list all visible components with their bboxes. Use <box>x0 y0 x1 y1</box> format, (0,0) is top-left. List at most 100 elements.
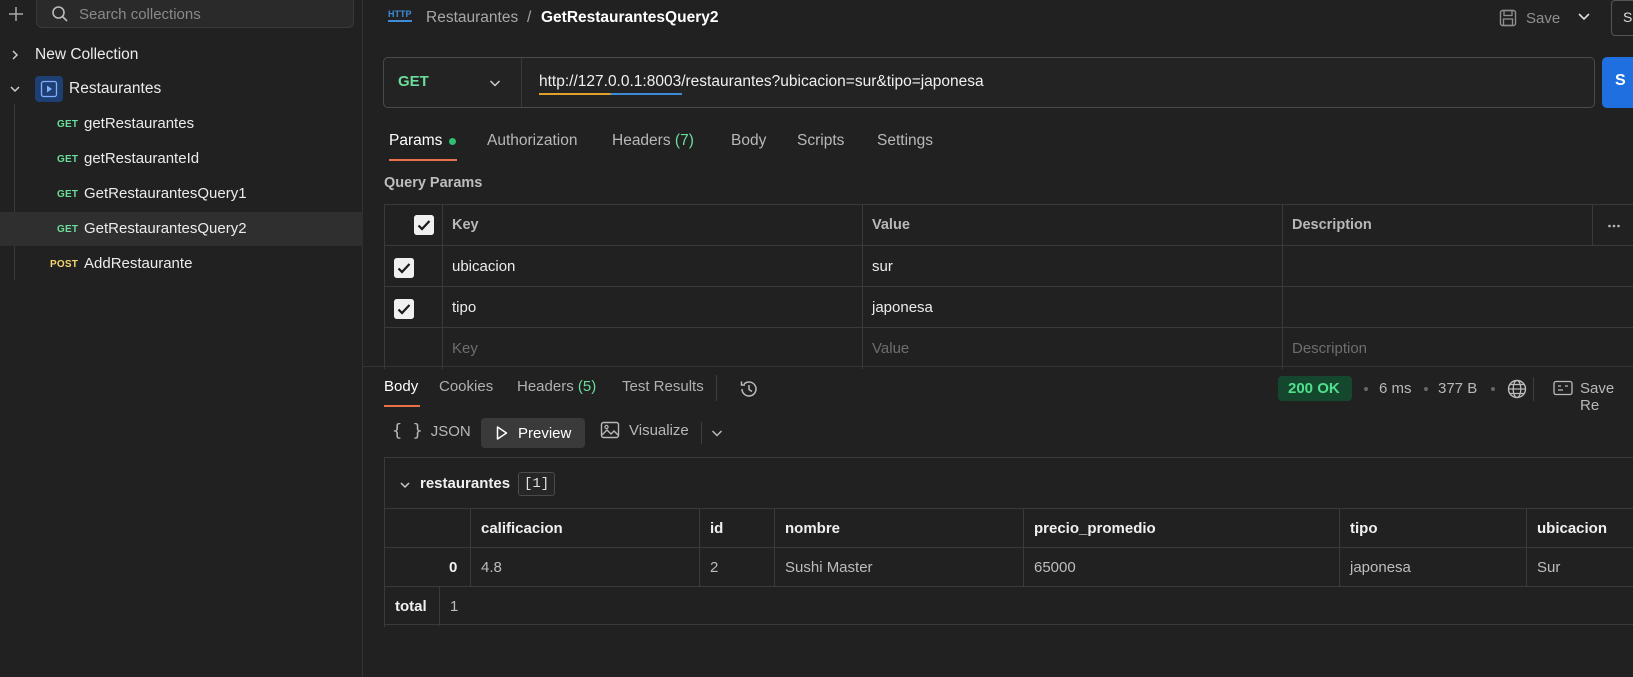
request-item-addrestaurante[interactable]: POST AddRestaurante <box>0 247 363 281</box>
braces-icon: { } <box>392 421 423 441</box>
send-button[interactable]: S <box>1602 57 1633 108</box>
search-icon <box>51 5 69 23</box>
format-divider <box>701 422 702 444</box>
format-options-chevron-icon[interactable] <box>710 426 724 440</box>
breadcrumb-parent[interactable]: Restaurantes <box>426 9 518 27</box>
response-tab-cookies[interactable]: Cookies <box>439 378 493 395</box>
method-badge: GET <box>57 119 79 130</box>
query-params-title: Query Params <box>384 175 483 191</box>
select-all-checkbox[interactable] <box>414 215 434 235</box>
request-label: getRestaurantes <box>84 115 195 132</box>
table-cell: 2 <box>699 548 774 587</box>
column-header: calificacion <box>470 509 699 548</box>
status-badge[interactable]: 200 OK <box>1278 376 1352 401</box>
params-active-dot <box>449 138 456 145</box>
format-json-label: JSON <box>430 422 471 440</box>
preview-root-header[interactable]: restaurantes [1] <box>385 458 1633 508</box>
param-checkbox[interactable] <box>394 299 414 319</box>
response-tab-body[interactable]: Body <box>384 378 418 395</box>
format-json-button[interactable]: { } JSON <box>392 421 471 441</box>
param-value-cell[interactable]: sur <box>862 246 1282 287</box>
total-label: total <box>395 598 427 615</box>
column-header: nombre <box>774 509 1023 548</box>
request-item-getrestauranteid[interactable]: GET getRestauranteId <box>0 142 363 176</box>
param-checkbox[interactable] <box>394 258 414 278</box>
share-button[interactable]: S <box>1611 0 1633 36</box>
request-item-getrestaurantesquery2[interactable]: GET GetRestaurantesQuery2 <box>0 212 363 246</box>
format-preview-button[interactable]: Preview <box>481 418 585 448</box>
table-cell: Sushi Master <box>774 548 1023 587</box>
new-description-field[interactable]: Description <box>1282 328 1633 369</box>
response-time[interactable]: 6 ms <box>1379 380 1412 397</box>
tab-authorization[interactable]: Authorization <box>487 132 577 150</box>
table-cell: 4.8 <box>470 548 699 587</box>
globe-icon[interactable] <box>1506 378 1528 400</box>
new-description-placeholder: Description <box>1292 340 1368 357</box>
new-value-field[interactable]: Value <box>862 328 1282 369</box>
meta-dot <box>1364 387 1368 391</box>
tab-headers[interactable]: Headers (7) <box>612 132 694 150</box>
response-tab-test-results[interactable]: Test Results <box>622 378 704 395</box>
search-collections-box[interactable] <box>36 0 354 28</box>
sidebar: New Collection Restaurantes GET getResta… <box>0 0 363 677</box>
request-label: AddRestaurante <box>84 255 193 272</box>
format-visualize-button[interactable]: Visualize <box>600 421 689 439</box>
method-badge: GET <box>57 224 79 235</box>
save-button[interactable]: Save <box>1498 4 1560 32</box>
meta-dot <box>1491 387 1495 391</box>
row-index-cell: 0 <box>385 548 470 587</box>
save-options-chevron-icon[interactable] <box>1576 8 1592 24</box>
cell-value: 2 <box>710 559 719 576</box>
new-key-field[interactable]: Key <box>442 328 862 369</box>
response-size[interactable]: 377 B <box>1438 380 1477 397</box>
preview-root-key: restaurantes <box>420 475 511 492</box>
param-description-cell[interactable] <box>1282 246 1633 287</box>
image-icon <box>600 421 620 439</box>
save-response-icon <box>1553 380 1573 396</box>
chevron-down-icon[interactable] <box>399 479 411 491</box>
select-all-cell <box>384 205 442 246</box>
tab-settings[interactable]: Settings <box>877 132 933 150</box>
collection-label: New Collection <box>35 46 139 63</box>
total-label-cell: total <box>385 587 439 626</box>
tab-body[interactable]: Body <box>731 132 766 150</box>
collection-new-collection[interactable]: New Collection <box>0 38 363 72</box>
param-value-cell[interactable]: japonesa <box>862 287 1282 328</box>
table-cell: Sur <box>1526 548 1633 587</box>
new-value-placeholder: Value <box>872 340 910 357</box>
chevron-right-icon <box>8 48 22 62</box>
cell-value: japonesa <box>1350 559 1411 576</box>
param-key: ubicacion <box>452 258 516 275</box>
response-tab-headers[interactable]: Headers (5) <box>517 378 596 395</box>
collection-restaurantes[interactable]: Restaurantes <box>0 72 363 106</box>
more-horizontal-icon[interactable] <box>1607 219 1621 233</box>
method-badge: GET <box>57 189 79 200</box>
url-input[interactable]: http://127.0.0.1:8003/restaurantes?ubica… <box>539 73 984 91</box>
request-item-getrestaurantes[interactable]: GET getRestaurantes <box>0 107 363 141</box>
param-check-cell <box>384 328 442 369</box>
page-title[interactable]: GetRestaurantesQuery2 <box>541 9 718 27</box>
cell-value: 4.8 <box>481 559 502 576</box>
method-select[interactable]: GET <box>384 58 522 107</box>
response-divider[interactable] <box>363 366 1633 367</box>
save-label: Save <box>1526 9 1561 27</box>
save-response-button[interactable]: Save Re <box>1580 380 1633 414</box>
new-plus-icon[interactable] <box>4 2 28 26</box>
param-key-cell[interactable]: tipo <box>442 287 862 328</box>
column-header: precio_promedio <box>1023 509 1339 548</box>
method-select-value: GET <box>398 73 429 90</box>
cell-value: 65000 <box>1034 559 1076 576</box>
format-visualize-label: Visualize <box>629 421 689 439</box>
request-item-getrestaurantesquery1[interactable]: GET GetRestaurantesQuery1 <box>0 177 363 211</box>
table-corner-cell <box>385 509 470 548</box>
key-header-label: Key <box>452 217 479 233</box>
param-description-cell[interactable] <box>1282 287 1633 328</box>
tab-params[interactable]: Params <box>389 132 442 150</box>
param-key-cell[interactable]: ubicacion <box>442 246 862 287</box>
tab-scripts[interactable]: Scripts <box>797 132 844 150</box>
history-icon[interactable] <box>738 378 760 400</box>
response-tab-headers-label: Headers <box>517 378 574 395</box>
search-input[interactable] <box>79 4 339 24</box>
new-key-placeholder: Key <box>452 340 478 357</box>
meta-dot <box>1424 387 1428 391</box>
